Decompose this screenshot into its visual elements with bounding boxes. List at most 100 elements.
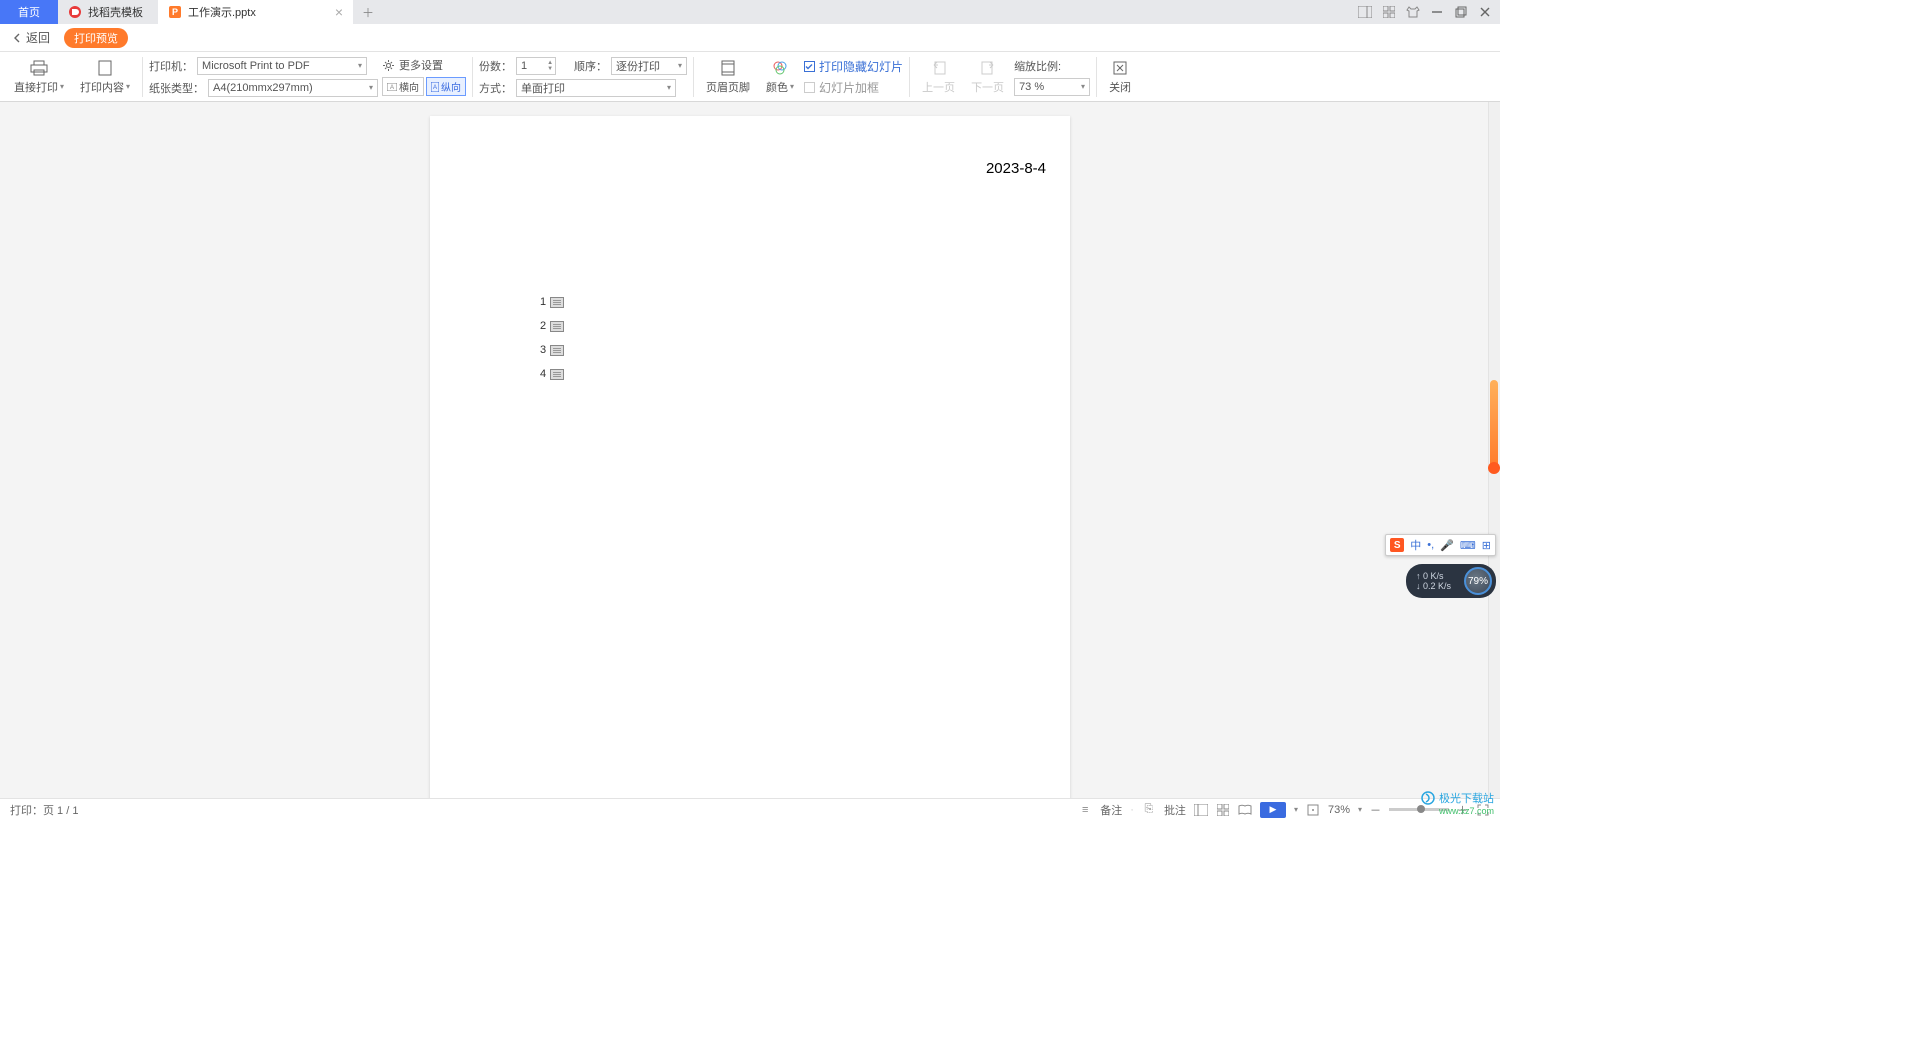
close-preview-button[interactable]: 关闭 [1103, 52, 1137, 101]
close-box-icon [1109, 59, 1131, 77]
slide-frame-label: 幻灯片加框 [819, 79, 879, 96]
paper-select[interactable]: A4(210mmx297mm)▾ [208, 79, 378, 97]
more-settings-button[interactable]: 更多设置 [382, 57, 466, 73]
prev-page-icon [928, 59, 950, 77]
mode-select[interactable]: 单面打印▾ [516, 79, 676, 97]
skin-icon[interactable] [1406, 5, 1420, 19]
zoom-group: 缩放比例: 73 %▾ [1014, 52, 1090, 101]
ime-punct[interactable]: •, [1427, 539, 1434, 551]
mic-icon[interactable]: 🎤 [1440, 539, 1454, 552]
orient-vertical-button[interactable]: A纵向 [426, 77, 466, 96]
grid-icon[interactable] [1382, 5, 1396, 19]
slideshow-button[interactable]: ▶ [1260, 802, 1286, 818]
status-page-info: 打印：页 1 / 1 [10, 802, 78, 818]
mode-label: 方式： [479, 80, 512, 96]
prev-page-label: 上一页 [922, 79, 955, 95]
maximize-icon[interactable] [1454, 5, 1468, 19]
copies-spinner[interactable]: 1▲▼ [516, 57, 556, 75]
zoom-select[interactable]: 73 %▾ [1014, 78, 1090, 96]
view-reading-icon[interactable] [1238, 803, 1252, 817]
paper-label: 纸张类型： [149, 80, 204, 96]
tab-active-file[interactable]: P 工作演示.pptx × [158, 0, 353, 24]
keyboard-icon[interactable]: ⌨ [1460, 539, 1476, 552]
separator [142, 57, 143, 97]
tab-add-button[interactable]: ＋ [353, 0, 383, 24]
separator [909, 57, 910, 97]
docer-icon [68, 5, 82, 19]
ppt-icon: P [168, 5, 182, 19]
copies-label: 份数： [479, 58, 512, 74]
printer-label: 打印机： [149, 58, 193, 74]
ribbon: 直接打印▾ 打印内容▾ 打印机： Microsoft Print to PDF▾… [0, 52, 1500, 102]
close-icon[interactable]: × [335, 4, 343, 20]
print-content-label: 打印内容 [80, 79, 124, 95]
thermometer-widget [1490, 380, 1498, 470]
window-controls [1358, 0, 1500, 24]
slide-thumb-icon [550, 369, 564, 380]
layout-icon[interactable] [1358, 5, 1372, 19]
print-preview-chip: 打印预览 [64, 28, 128, 48]
header-footer-label: 页眉页脚 [706, 79, 750, 95]
zoom-out-button[interactable]: － [1370, 802, 1381, 818]
orientation-toggle: A横向 A纵向 [382, 77, 466, 96]
ime-grid-icon[interactable]: ⊞ [1482, 539, 1491, 552]
zoom-label: 缩放比例: [1014, 58, 1061, 74]
tab-active-file-label: 工作演示.pptx [188, 4, 256, 20]
settings-orient-group: 更多设置 A横向 A纵向 [382, 52, 466, 101]
sogou-icon: S [1390, 538, 1404, 552]
tab-template[interactable]: 找稻壳模板 [58, 0, 158, 24]
status-bar: 打印：页 1 / 1 ≡备注 · ⎘批注 ▶▾ 73%▾ － ＋ [0, 798, 1500, 820]
printer-paper-group: 打印机： Microsoft Print to PDF▾ 纸张类型： A4(21… [149, 52, 378, 101]
printer-icon [28, 59, 50, 77]
fit-icon[interactable] [1306, 803, 1320, 817]
direct-print-label: 直接打印 [14, 79, 58, 95]
notes-icon[interactable]: ≡ [1078, 803, 1092, 817]
print-hidden-label: 打印隐藏幻灯片 [819, 58, 903, 75]
tab-home[interactable]: 首页 [0, 0, 58, 24]
close-label: 关闭 [1109, 79, 1131, 95]
color-icon [769, 59, 791, 77]
next-page-button: 下一页 [965, 52, 1010, 101]
separator [693, 57, 694, 97]
page-icon [94, 59, 116, 77]
close-window-icon[interactable] [1478, 5, 1492, 19]
order-select[interactable]: 逐份打印▾ [611, 57, 687, 75]
svg-text:A: A [433, 85, 437, 91]
printer-select[interactable]: Microsoft Print to PDF▾ [197, 57, 367, 75]
view-sorter-icon[interactable] [1216, 803, 1230, 817]
notes-label[interactable]: 备注 [1100, 802, 1122, 818]
header-footer-button[interactable]: 页眉页脚 [700, 52, 756, 101]
color-label: 颜色 [766, 79, 788, 95]
back-row: 返回 打印预览 [0, 24, 1500, 52]
back-button[interactable]: 返回 [12, 29, 50, 46]
checkbox-group: 打印隐藏幻灯片 幻灯片加框 [804, 52, 903, 101]
print-hidden-checkbox[interactable]: 打印隐藏幻灯片 [804, 58, 903, 75]
ime-lang[interactable]: 中 [1410, 537, 1421, 553]
color-button[interactable]: 颜色▾ [760, 52, 800, 101]
tab-bar: 首页 找稻壳模板 P 工作演示.pptx × ＋ [0, 0, 1500, 24]
comments-icon[interactable]: ⎘ [1142, 803, 1156, 817]
header-footer-icon [717, 59, 739, 77]
slide-thumb-icon [550, 297, 564, 308]
slide-frame-checkbox[interactable]: 幻灯片加框 [804, 79, 903, 96]
workspace: 2023-8-4 1 2 3 4 [0, 102, 1500, 798]
more-settings-label: 更多设置 [399, 57, 443, 73]
zoom-value[interactable]: 73% [1328, 804, 1350, 816]
network-widget[interactable]: ↑ 0 K/s ↓ 0.2 K/s 79% [1406, 564, 1496, 598]
direct-print-button[interactable]: 直接打印▾ [8, 52, 70, 101]
orient-horizontal-button[interactable]: A横向 [382, 77, 424, 96]
net-percent: 79% [1464, 567, 1492, 595]
ime-bar[interactable]: S 中 •, 🎤 ⌨ ⊞ [1385, 534, 1496, 556]
order-label: 顺序： [574, 58, 607, 74]
comments-label[interactable]: 批注 [1164, 802, 1186, 818]
gear-icon [382, 59, 395, 72]
page-list: 1 2 3 4 [540, 296, 564, 380]
view-normal-icon[interactable] [1194, 803, 1208, 817]
minimize-icon[interactable] [1430, 5, 1444, 19]
chevron-left-icon [12, 33, 22, 43]
next-page-icon [977, 59, 999, 77]
separator [472, 57, 473, 97]
print-content-button[interactable]: 打印内容▾ [74, 52, 136, 101]
tab-home-label: 首页 [18, 4, 40, 20]
list-item: 1 [540, 296, 564, 308]
